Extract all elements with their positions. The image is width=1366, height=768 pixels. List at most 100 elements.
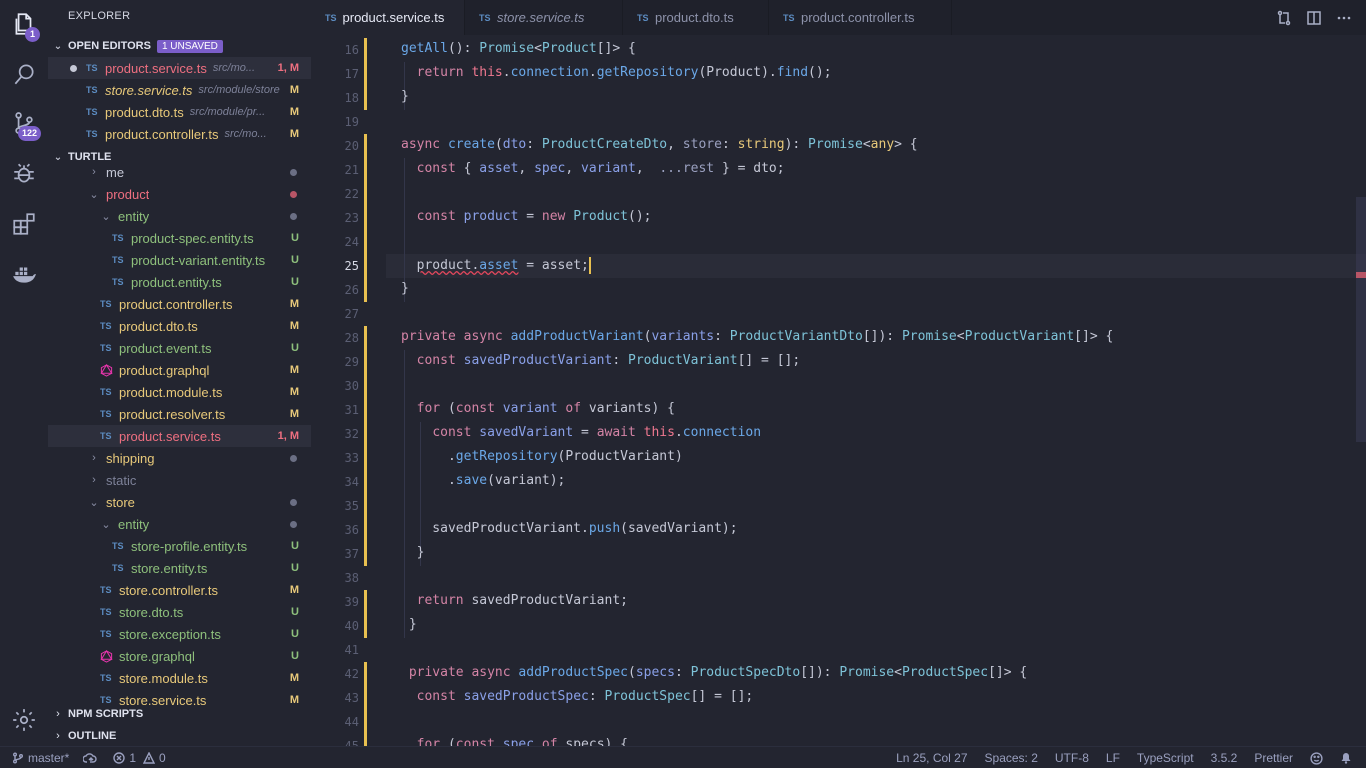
- open-editor-item[interactable]: TS product.dto.ts src/module/pr... M: [48, 101, 311, 123]
- ts-version[interactable]: 3.5.2: [1211, 751, 1238, 765]
- typescript-icon: TS: [325, 12, 337, 23]
- editor-scrollbar[interactable]: [1356, 197, 1366, 442]
- split-editor-icon[interactable]: [1306, 10, 1322, 26]
- tree-item-label: product.graphql: [119, 362, 210, 378]
- explorer-sidebar: EXPLORER ⌄ OPEN EDITORS 1 UNSAVED TS prod…: [48, 0, 311, 746]
- cloud-upload-icon: [83, 752, 98, 763]
- file-name: product.controller.ts: [105, 126, 219, 142]
- file-name: product.dto.ts: [105, 104, 184, 120]
- tree-item-label: entity: [118, 208, 150, 224]
- search-activity[interactable]: [0, 50, 48, 98]
- tree-file[interactable]: TS product.service.ts 1, M: [48, 425, 311, 447]
- more-actions-icon[interactable]: [1336, 10, 1352, 26]
- file-name: store.service.ts: [105, 82, 193, 98]
- tree-item-label: store.dto.ts: [119, 604, 184, 620]
- open-editor-item[interactable]: TS product.controller.ts src/mo... M: [48, 123, 311, 145]
- scm-activity[interactable]: 122: [0, 99, 48, 147]
- tree-item-label: entity: [118, 516, 150, 532]
- tree-file[interactable]: TS product.module.ts M: [48, 381, 311, 403]
- sync-button[interactable]: [83, 752, 99, 764]
- language-mode[interactable]: TypeScript: [1137, 751, 1194, 765]
- open-editor-item[interactable]: TS store.service.ts src/module/store M: [48, 79, 311, 101]
- line-number: 43: [344, 691, 359, 705]
- cursor-position[interactable]: Ln 25, Col 27: [896, 751, 967, 765]
- typescript-icon: TS: [637, 12, 649, 23]
- tree-item-label: me: [106, 164, 125, 180]
- open-editor-item[interactable]: TS product.service.ts src/mo... 1, M: [48, 57, 311, 79]
- compare-changes-icon[interactable]: [1276, 10, 1292, 26]
- bell-icon[interactable]: [1340, 752, 1352, 764]
- chevron-right-icon: ›: [92, 474, 96, 486]
- tree-folder[interactable]: › static: [48, 469, 311, 491]
- debug-icon: [14, 163, 34, 183]
- formatter[interactable]: Prettier: [1254, 751, 1293, 765]
- encoding[interactable]: UTF-8: [1055, 751, 1089, 765]
- git-status: U: [291, 276, 299, 288]
- manage-activity[interactable]: [0, 696, 48, 744]
- scm-badge: 122: [18, 126, 42, 141]
- tree-file[interactable]: TS product.event.ts U: [48, 337, 311, 359]
- outline-header[interactable]: › OUTLINE: [48, 725, 311, 746]
- tree-item-label: store: [106, 494, 135, 510]
- tree-file[interactable]: TS store.module.ts M: [48, 667, 311, 689]
- line-number: 44: [344, 715, 359, 729]
- tree-folder[interactable]: › me: [48, 161, 311, 183]
- explorer-activity[interactable]: 1: [0, 0, 48, 48]
- tree-file[interactable]: TS product.controller.ts M: [48, 293, 311, 315]
- tree-file[interactable]: store.graphql U: [48, 645, 311, 667]
- code-line: const savedVariant = await this.connecti…: [432, 425, 762, 440]
- tree-folder[interactable]: ⌄ entity: [48, 205, 311, 227]
- typescript-icon: TS: [112, 255, 124, 265]
- line-number: 26: [344, 283, 359, 297]
- docker-activity[interactable]: [0, 250, 48, 298]
- git-status: U: [291, 232, 299, 244]
- tree-file[interactable]: product.graphql M: [48, 359, 311, 381]
- tree-file[interactable]: TS product.entity.ts U: [48, 271, 311, 293]
- code-line: async create(dto: ProductCreateDto, stor…: [401, 137, 918, 152]
- tree-file[interactable]: TS store-profile.entity.ts U: [48, 535, 311, 557]
- tree-file[interactable]: TS store.entity.ts U: [48, 557, 311, 579]
- smiley-icon[interactable]: [1310, 751, 1323, 765]
- tab-store-service[interactable]: TS store.service.ts: [465, 0, 623, 35]
- code-line: for (const variant of variants) {: [416, 401, 675, 416]
- line-number: 16: [344, 43, 359, 57]
- tree-folder[interactable]: ⌄ store: [48, 491, 311, 513]
- typescript-icon: TS: [479, 12, 491, 23]
- tree-item-label: product: [106, 186, 150, 202]
- git-status: M: [289, 386, 299, 398]
- tree-file[interactable]: TS store.dto.ts U: [48, 601, 311, 623]
- line-number: 22: [344, 187, 359, 201]
- file-path: src/module/store: [198, 84, 280, 96]
- problems-indicator[interactable]: 1 0: [113, 751, 166, 765]
- branch-indicator[interactable]: master*: [12, 751, 69, 765]
- npm-scripts-header[interactable]: › NPM SCRIPTS: [48, 703, 311, 725]
- debug-activity[interactable]: [0, 150, 48, 198]
- tree-folder[interactable]: ⌄ product: [48, 183, 311, 205]
- tab-product-service[interactable]: TS product.service.ts: [311, 0, 465, 35]
- indentation[interactable]: Spaces: 2: [985, 751, 1038, 765]
- tree-folder[interactable]: › shipping: [48, 447, 311, 469]
- git-change-marker: [364, 38, 367, 110]
- tree-file[interactable]: TS product.dto.ts M: [48, 315, 311, 337]
- code-editor[interactable]: 16 17 18 19 20 21 22 23 24 25 26 27 28 29 30 31 32 33 34 35…: [311, 35, 1366, 746]
- tree-file[interactable]: TS product-variant.entity.ts U: [48, 249, 311, 271]
- extensions-activity[interactable]: [0, 200, 48, 248]
- tree-file[interactable]: TS product.resolver.ts M: [48, 403, 311, 425]
- file-path: src/mo...: [212, 62, 256, 74]
- tree-file[interactable]: TS product-spec.entity.ts U: [48, 227, 311, 249]
- tab-product-dto[interactable]: TS product.dto.ts: [623, 0, 769, 35]
- git-status: M: [289, 298, 299, 310]
- tree-file[interactable]: TS store.controller.ts M: [48, 579, 311, 601]
- file-name: product.service.ts: [105, 60, 207, 76]
- tree-folder[interactable]: ⌄ entity: [48, 513, 311, 535]
- code-line: .getRepository(ProductVariant): [401, 449, 683, 464]
- change-dot-icon: [290, 168, 297, 176]
- tree-item-label: static: [106, 472, 137, 488]
- git-status: M: [289, 128, 299, 140]
- line-number: 31: [344, 403, 359, 417]
- end-of-line[interactable]: LF: [1106, 751, 1120, 765]
- tab-product-controller[interactable]: TS product.controller.ts: [769, 0, 952, 35]
- tree-file[interactable]: TS store.exception.ts U: [48, 623, 311, 645]
- open-editors-header[interactable]: ⌄ OPEN EDITORS 1 UNSAVED: [48, 35, 311, 57]
- typescript-icon: TS: [100, 673, 112, 683]
